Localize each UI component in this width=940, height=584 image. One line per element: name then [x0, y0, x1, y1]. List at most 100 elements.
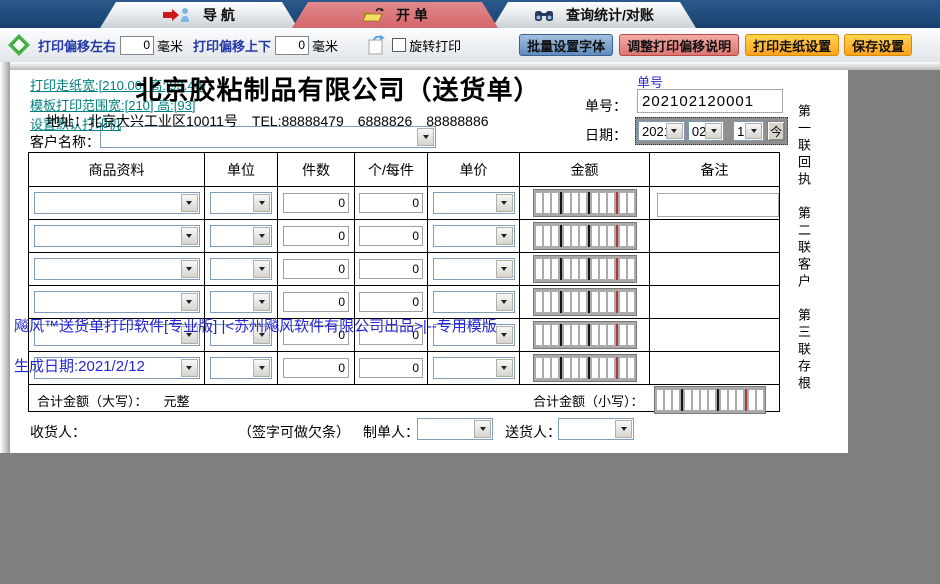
sign-note: （签字可做欠条）: [238, 422, 350, 442]
chevron-down-icon[interactable]: [181, 260, 198, 278]
chevron-down-icon[interactable]: [253, 293, 270, 311]
maker-select[interactable]: [417, 418, 493, 440]
copies-vertical-text: 第一联回执 第二联客户 第三联存根: [794, 104, 813, 444]
amount-grid: [533, 354, 637, 382]
open-folder-icon: [362, 7, 384, 23]
chevron-down-icon[interactable]: [745, 123, 762, 139]
product-select[interactable]: [34, 291, 200, 313]
quantity-input[interactable]: [283, 358, 349, 378]
adjust-offset-help-button[interactable]: 调整打印偏移说明: [619, 34, 739, 56]
offset-ud-input[interactable]: [275, 36, 309, 55]
left-bevel-divider: [0, 62, 10, 453]
offset-lr-unit: 毫米: [157, 36, 183, 55]
tab-query-stats[interactable]: 查询统计/对账: [492, 2, 696, 28]
chevron-down-icon[interactable]: [253, 326, 270, 344]
today-button[interactable]: 今: [767, 121, 785, 141]
chevron-down-icon[interactable]: [181, 194, 198, 212]
unit-select[interactable]: [210, 357, 272, 379]
delivery-form-panel: 打印走纸宽:[210.00] 高:[93.40] 模板打印范围宽:[210] 高…: [10, 70, 848, 453]
order-no-input[interactable]: [637, 89, 783, 113]
quantity-input[interactable]: [283, 325, 349, 345]
per-unit-input[interactable]: [359, 226, 423, 246]
unit-select[interactable]: [210, 192, 272, 214]
per-unit-input[interactable]: [359, 193, 423, 213]
date-month-select[interactable]: 02: [688, 121, 724, 141]
per-unit-input[interactable]: [359, 325, 423, 345]
unit-select[interactable]: [210, 258, 272, 280]
company-address: 地址：北京大兴工业区10011号 TEL:88888479 6888826 88…: [46, 111, 489, 131]
chevron-down-icon[interactable]: [253, 359, 270, 377]
per-unit-input[interactable]: [359, 358, 423, 378]
remark-cell: [650, 352, 779, 385]
batch-font-button[interactable]: 批量设置字体: [519, 34, 613, 56]
unit-price-select[interactable]: [433, 357, 515, 379]
tab-navigation[interactable]: 导 航: [100, 2, 298, 28]
offset-lr-input[interactable]: [120, 36, 154, 55]
quantity-input[interactable]: [283, 292, 349, 312]
unit-price-select[interactable]: [433, 192, 515, 214]
chevron-down-icon[interactable]: [253, 194, 270, 212]
chevron-down-icon[interactable]: [253, 260, 270, 278]
date-label: 日期：: [585, 125, 627, 145]
date-year-select[interactable]: 2021: [638, 121, 685, 141]
remark-input[interactable]: [657, 193, 779, 217]
tab-create-order[interactable]: 开 单: [292, 2, 498, 28]
chevron-down-icon[interactable]: [496, 194, 513, 212]
quantity-input[interactable]: [283, 226, 349, 246]
rotate-print-icon: [366, 35, 388, 55]
chevron-down-icon[interactable]: [474, 420, 491, 438]
unit-select[interactable]: [210, 225, 272, 247]
remark-cell: [650, 286, 779, 319]
chevron-down-icon[interactable]: [496, 326, 513, 344]
offset-ud-unit: 毫米: [312, 36, 338, 55]
remark-cell: [650, 319, 779, 352]
chevron-down-icon[interactable]: [615, 420, 632, 438]
nav-arrow-person-icon: [163, 7, 191, 23]
date-day-select[interactable]: 12: [733, 121, 764, 141]
receiver-label: 收货人：: [30, 422, 86, 442]
paper-feed-settings-button[interactable]: 打印走纸设置: [745, 34, 839, 56]
total-lower-label: 合计金额（小写）：: [533, 391, 644, 410]
chevron-down-icon[interactable]: [496, 260, 513, 278]
chevron-down-icon[interactable]: [181, 227, 198, 245]
chevron-down-icon[interactable]: [496, 293, 513, 311]
customer-name-label: 客户名称：: [30, 132, 100, 152]
chevron-down-icon[interactable]: [666, 123, 683, 139]
product-select[interactable]: [34, 258, 200, 280]
chevron-down-icon[interactable]: [181, 326, 198, 344]
unit-price-select[interactable]: [433, 324, 515, 346]
items-table: 商品资料 单位 件数 个/每件 单价 金额 备注: [28, 152, 780, 412]
unit-price-select[interactable]: [433, 258, 515, 280]
unit-price-select[interactable]: [433, 291, 515, 313]
product-select[interactable]: [34, 225, 200, 247]
chevron-down-icon[interactable]: [181, 359, 198, 377]
chevron-down-icon[interactable]: [496, 359, 513, 377]
chevron-down-icon[interactable]: [253, 227, 270, 245]
per-unit-input[interactable]: [359, 259, 423, 279]
unit-price-select[interactable]: [433, 225, 515, 247]
unit-select[interactable]: [210, 324, 272, 346]
save-settings-button[interactable]: 保存设置: [844, 34, 912, 56]
col-header-unit: 单位: [205, 153, 278, 187]
remark-cell: [650, 220, 779, 253]
chevron-down-icon[interactable]: [181, 293, 198, 311]
deliverer-select[interactable]: [558, 418, 634, 440]
quantity-input[interactable]: [283, 259, 349, 279]
product-select[interactable]: [34, 357, 200, 379]
table-row: [29, 220, 779, 253]
amount-grid: [533, 189, 637, 217]
product-select[interactable]: [34, 324, 200, 346]
col-header-per-unit: 个/每件: [355, 153, 428, 187]
unit-select[interactable]: [210, 291, 272, 313]
chevron-down-icon[interactable]: [705, 123, 722, 139]
rotate-print-checkbox[interactable]: [392, 38, 406, 52]
quantity-input[interactable]: [283, 193, 349, 213]
chevron-down-icon[interactable]: [496, 227, 513, 245]
per-unit-input[interactable]: [359, 292, 423, 312]
product-select[interactable]: [34, 192, 200, 214]
rotate-print-label: 旋转打印: [409, 36, 461, 55]
tab-label: 查询统计/对账: [566, 5, 654, 25]
total-upper-value: 元整: [164, 394, 190, 409]
maker-label: 制单人：: [363, 422, 419, 442]
amount-grid-total: [654, 386, 766, 414]
